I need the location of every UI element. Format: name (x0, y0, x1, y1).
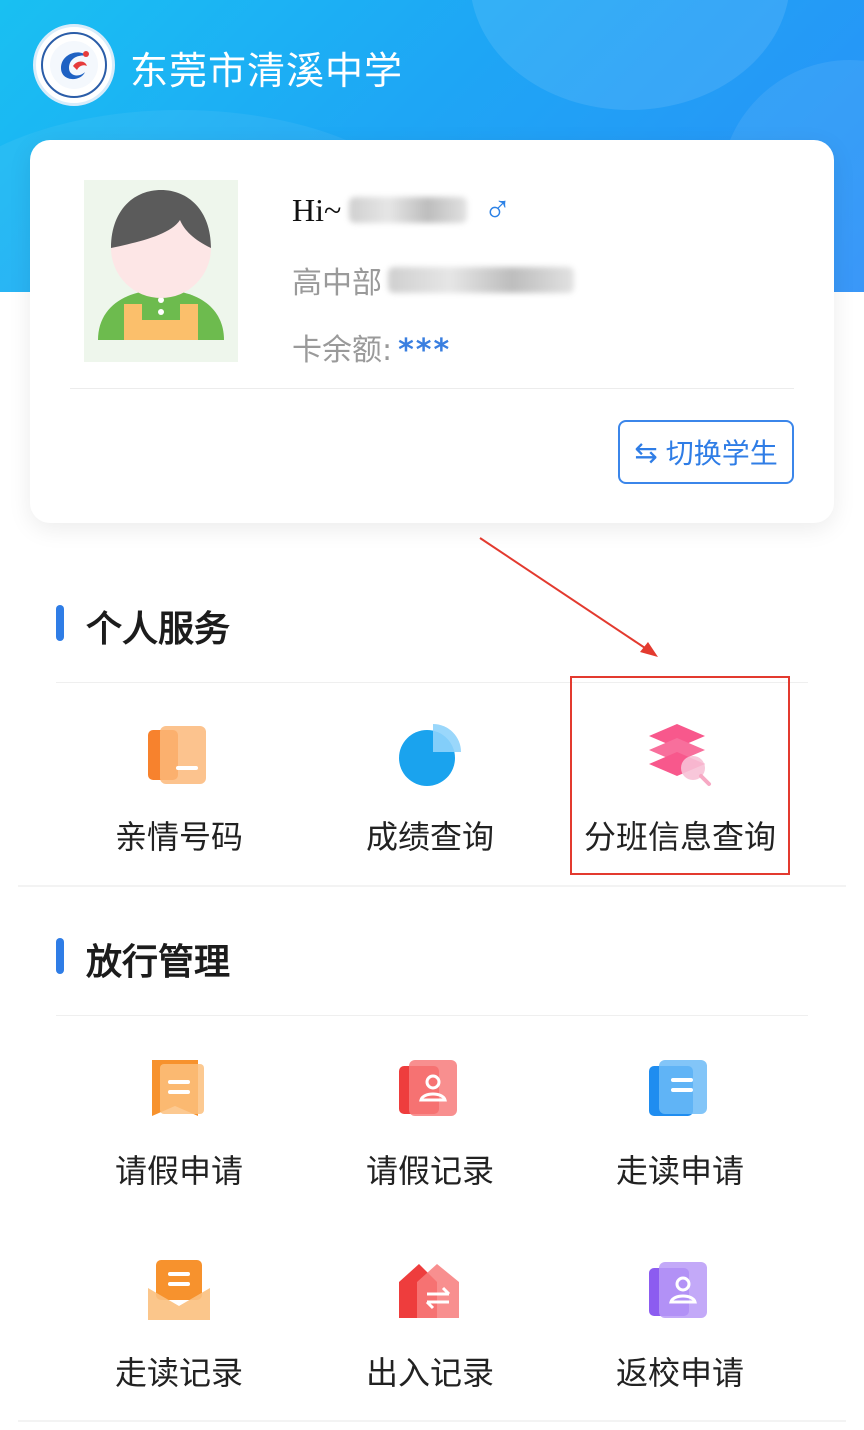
pie-chart-icon (397, 722, 463, 788)
service-family-numbers[interactable]: 亲情号码 (56, 722, 296, 872)
release-label: 返校申请 (615, 1354, 744, 1392)
service-label: 亲情号码 (114, 818, 243, 856)
release-entry-exit-record[interactable]: 出入记录 (307, 1258, 547, 1408)
section-divider (56, 1015, 808, 1016)
release-return-school-request[interactable]: 返校申请 (557, 1258, 797, 1408)
release-commute-record[interactable]: 走读记录 (56, 1258, 296, 1408)
release-leave-request[interactable]: 请假申请 (56, 1056, 296, 1206)
section-title-release: 放行管理 (86, 942, 231, 983)
release-label: 走读申请 (615, 1152, 744, 1190)
release-label: 走读记录 (114, 1354, 243, 1392)
service-grade-query[interactable]: 成绩查询 (307, 722, 547, 872)
return-school-icon (647, 1258, 713, 1324)
service-label: 成绩查询 (365, 818, 494, 856)
entry-exit-icon (397, 1258, 463, 1324)
section-title-personal: 个人服务 (86, 609, 231, 650)
release-label: 请假记录 (365, 1152, 494, 1190)
release-label: 请假申请 (114, 1152, 243, 1190)
section-marker (56, 938, 64, 974)
release-leave-record[interactable]: 请假记录 (307, 1056, 547, 1206)
release-label: 出入记录 (365, 1354, 494, 1392)
section-separator (18, 1420, 846, 1422)
contact-book-icon (146, 722, 212, 788)
highlight-annotation-box (570, 676, 790, 875)
release-commute-request[interactable]: 走读申请 (557, 1056, 797, 1206)
annotation-arrow (479, 537, 658, 657)
commute-request-icon (647, 1056, 713, 1122)
section-marker (56, 605, 64, 641)
section-separator (18, 885, 846, 887)
commute-record-icon (146, 1258, 212, 1324)
leave-record-icon (397, 1056, 463, 1122)
leave-request-icon (146, 1056, 212, 1122)
